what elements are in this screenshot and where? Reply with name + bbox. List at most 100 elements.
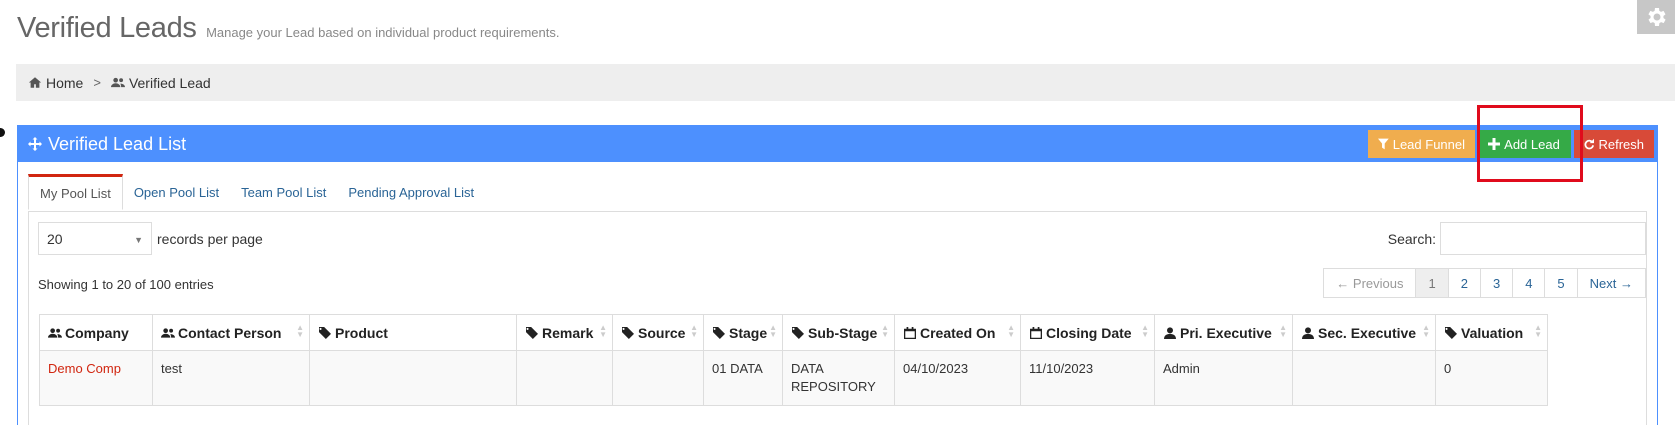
records-per-page: 20 ▼ records per page — [38, 222, 263, 255]
tag-icon — [792, 326, 804, 339]
column-product-label: Product — [335, 324, 388, 341]
plus-icon — [1488, 138, 1501, 150]
cell-sub-stage: DATA REPOSITORY — [782, 350, 895, 406]
add-lead-label: Add Lead — [1504, 136, 1560, 152]
column-pri-executive[interactable]: Pri. Executive ▲ ▼ — [1154, 314, 1293, 351]
column-sub-stage-label: Sub-Stage — [808, 324, 878, 341]
pagination-page-2[interactable]: 2 — [1447, 269, 1480, 297]
user-icon — [1302, 326, 1314, 339]
settings-gear-button[interactable] — [1637, 0, 1675, 34]
portlet-actions: Lead Funnel Add Lead Refresh — [1368, 130, 1654, 158]
users-icon — [110, 77, 125, 88]
column-sec-executive[interactable]: Sec. Executive ▲ ▼ — [1292, 314, 1436, 351]
gear-icon — [1648, 8, 1666, 26]
cell-stage: 01 DATA — [703, 350, 783, 406]
column-product[interactable]: Product — [309, 314, 517, 351]
breadcrumb-home[interactable]: Home — [28, 75, 83, 91]
sort-icon: ▲ ▼ — [599, 323, 607, 339]
pagination-page-1[interactable]: 1 — [1415, 269, 1448, 297]
user-icon — [1164, 326, 1176, 339]
table-info: Showing 1 to 20 of 100 entries — [38, 277, 214, 292]
add-lead-button[interactable]: Add Lead — [1477, 130, 1571, 158]
page-header: Verified Leads Manage your Lead based on… — [17, 12, 559, 45]
bullet-marker — [0, 128, 5, 137]
tag-icon — [713, 326, 725, 339]
column-valuation[interactable]: Valuation ▲ ▼ — [1435, 314, 1548, 351]
column-stage[interactable]: Stage ▲ ▼ — [703, 314, 783, 351]
cell-source — [612, 350, 704, 406]
company-link[interactable]: Demo Comp — [48, 361, 121, 376]
sort-icon: ▲ ▼ — [881, 323, 889, 339]
leads-table: Company Contact Person ▲ ▼ Product Remark ▲… — [39, 314, 1548, 406]
records-per-page-select[interactable]: 20 ▼ — [38, 222, 152, 255]
portlet-title: Verified Lead List — [28, 134, 186, 155]
table-row[interactable]: Demo Comp test 01 DATA DATA REPOSITORY 0… — [39, 350, 1548, 406]
column-closing-date-label: Closing Date — [1046, 324, 1132, 341]
sort-icon: ▲ ▼ — [1422, 323, 1430, 339]
sort-icon: ▲ ▼ — [1007, 323, 1015, 339]
sort-icon: ▲ ▼ — [1279, 323, 1287, 339]
users-icon — [161, 327, 175, 338]
tag-icon — [319, 326, 331, 339]
lead-funnel-button[interactable]: Lead Funnel — [1368, 130, 1475, 158]
column-contact-person-label: Contact Person — [178, 324, 282, 341]
pagination-page-5[interactable]: 5 — [1544, 269, 1576, 297]
tag-icon — [526, 326, 538, 339]
sort-icon: ▲ ▼ — [1141, 323, 1149, 339]
tab-team-pool-list[interactable]: Team Pool List — [230, 174, 337, 210]
filter-icon — [1378, 138, 1389, 150]
breadcrumb: Home > Verified Lead — [16, 64, 1675, 101]
calendar-icon — [1030, 326, 1042, 339]
column-source[interactable]: Source ▲ ▼ — [612, 314, 704, 351]
pagination-next[interactable]: Next → — [1576, 269, 1645, 297]
pool-tabs: My Pool List Open Pool List Team Pool Li… — [28, 174, 1647, 212]
pagination-previous[interactable]: ← Previous — [1324, 269, 1415, 297]
tab-open-pool-list[interactable]: Open Pool List — [123, 174, 230, 210]
tag-icon — [1445, 326, 1457, 339]
sort-icon: ▲ ▼ — [769, 323, 777, 339]
search-label: Search: — [1387, 230, 1436, 247]
cell-created-on: 04/10/2023 — [894, 350, 1021, 406]
refresh-label: Refresh — [1598, 136, 1644, 152]
column-valuation-label: Valuation — [1461, 324, 1524, 341]
cell-contact: test — [152, 350, 310, 406]
breadcrumb-current: Verified Lead — [110, 74, 211, 91]
cell-sec-executive — [1292, 350, 1436, 406]
table-search: Search: — [1388, 222, 1646, 255]
cell-valuation: 0 — [1435, 350, 1548, 406]
users-icon — [48, 327, 62, 338]
pagination-page-4[interactable]: 4 — [1512, 269, 1544, 297]
column-pri-executive-label: Pri. Executive — [1180, 324, 1272, 341]
table-header-row: Company Contact Person ▲ ▼ Product Remark ▲… — [39, 314, 1548, 351]
refresh-button[interactable]: Refresh — [1574, 130, 1654, 158]
pagination-page-3[interactable]: 3 — [1479, 269, 1512, 297]
column-contact-person[interactable]: Contact Person ▲ ▼ — [152, 314, 310, 351]
column-created-on[interactable]: Created On ▲ ▼ — [894, 314, 1021, 351]
records-per-page-label: records per page — [157, 230, 263, 247]
tab-my-pool-list[interactable]: My Pool List — [28, 174, 123, 210]
column-remark-label: Remark — [542, 324, 594, 341]
column-stage-label: Stage — [729, 324, 768, 341]
sort-icon: ▲ ▼ — [296, 323, 304, 339]
move-icon — [28, 137, 42, 151]
portlet-header: Verified Lead List Lead Funnel Add Lead … — [18, 126, 1657, 162]
column-sub-stage[interactable]: Sub-Stage ▲ ▼ — [782, 314, 895, 351]
sort-icon: ▲ ▼ — [1534, 323, 1542, 339]
breadcrumb-separator: > — [93, 75, 101, 90]
column-closing-date[interactable]: Closing Date ▲ ▼ — [1020, 314, 1155, 351]
column-created-on-label: Created On — [920, 324, 996, 341]
column-company[interactable]: Company — [39, 314, 153, 351]
sort-icon: ▲ ▼ — [690, 323, 698, 339]
caret-down-icon: ▼ — [134, 235, 143, 245]
column-remark[interactable]: Remark ▲ ▼ — [516, 314, 613, 351]
portlet-title-label: Verified Lead List — [48, 133, 187, 154]
lead-funnel-label: Lead Funnel — [1392, 136, 1465, 152]
records-per-page-value: 20 — [47, 230, 63, 247]
breadcrumb-current-label: Verified Lead — [128, 74, 211, 91]
search-input[interactable] — [1440, 222, 1646, 255]
cell-pri-executive: Admin — [1154, 350, 1293, 406]
cell-product — [309, 350, 517, 406]
tab-pending-approval-list[interactable]: Pending Approval List — [337, 174, 485, 210]
column-sec-executive-label: Sec. Executive — [1318, 324, 1417, 341]
breadcrumb-home-label: Home — [46, 74, 84, 91]
